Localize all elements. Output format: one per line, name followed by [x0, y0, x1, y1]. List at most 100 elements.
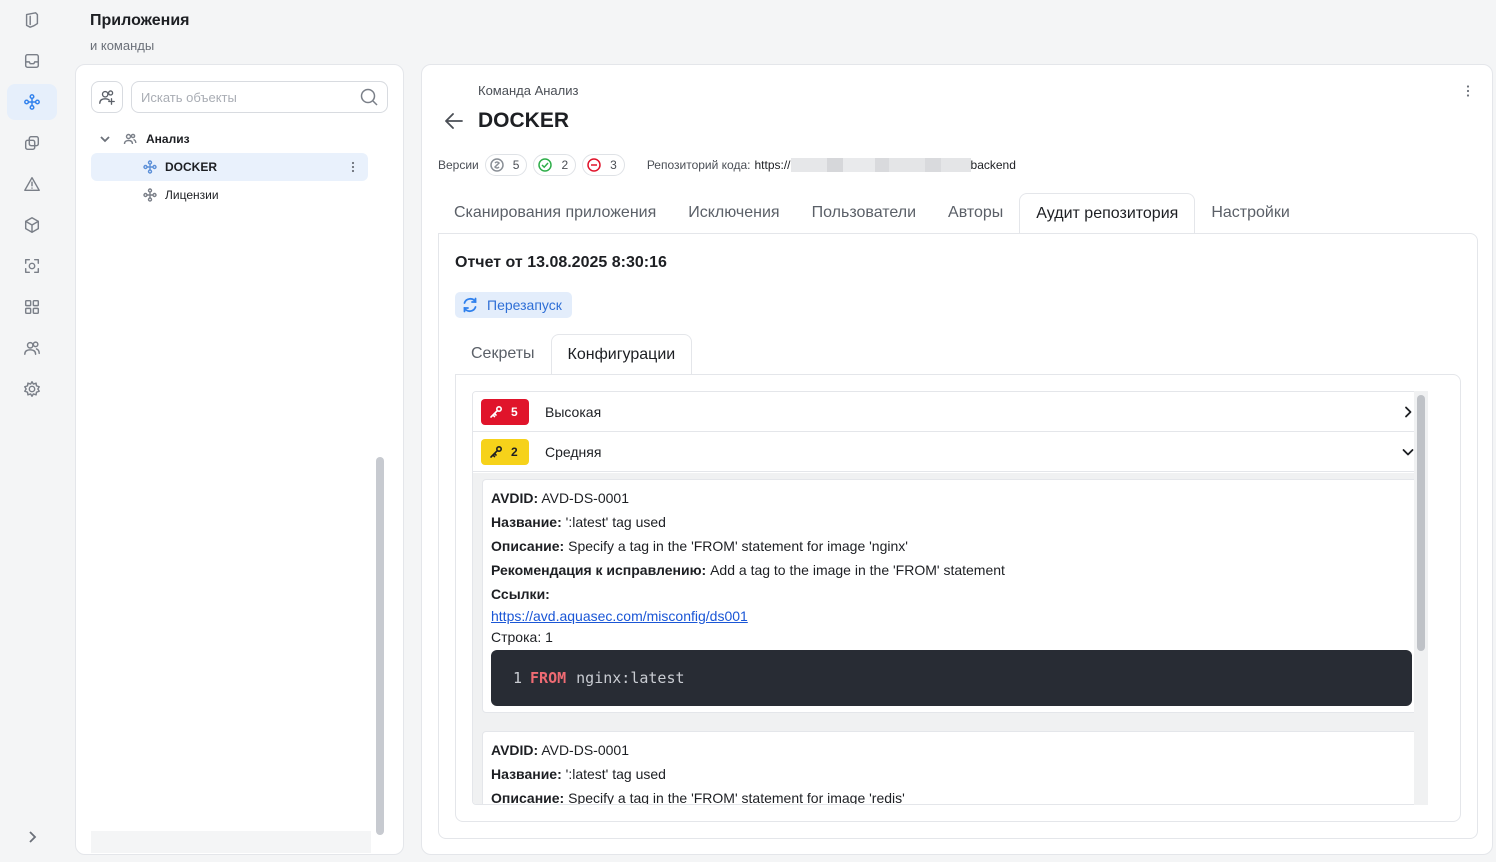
versions-failed-badge[interactable]: 3	[582, 154, 625, 176]
finding-description: Описание: Specify a tag in the 'FROM' st…	[491, 538, 908, 554]
tree-item-docker[interactable]: DOCKER	[91, 153, 368, 181]
report-title: Отчет от 13.08.2025 8:30:16	[455, 254, 667, 271]
scan-icon	[24, 258, 40, 274]
inbox-icon	[24, 53, 40, 69]
nav-users[interactable]	[7, 330, 57, 366]
tab-authors[interactable]: Авторы	[932, 193, 1019, 233]
cube-icon	[24, 217, 40, 233]
nav-scan[interactable]	[7, 248, 57, 284]
nav-warnings[interactable]	[7, 166, 57, 202]
tab-exclusions[interactable]: Исключения	[672, 193, 795, 233]
finding-line: Строка: 1	[491, 629, 553, 645]
app-title: DOCKER	[478, 109, 570, 132]
gear-icon	[24, 381, 40, 397]
finding-card: AVDID: AVD-DS-0001 Название: ':latest' t…	[482, 731, 1420, 805]
arrow-left-icon	[445, 113, 463, 129]
nav-inbox[interactable]	[7, 43, 57, 79]
severity-medium-badge: 2	[481, 438, 529, 465]
search-input[interactable]	[132, 82, 359, 112]
accordion-scrollbar[interactable]	[1417, 395, 1425, 651]
kebab-menu-icon[interactable]	[346, 160, 360, 174]
search-icon[interactable]	[359, 87, 379, 107]
key-icon	[490, 405, 503, 418]
finding-links-label: Ссылки:	[491, 586, 550, 602]
versions-passed-count: 2	[561, 158, 569, 172]
users-icon	[24, 341, 40, 356]
redacted-block	[790, 158, 827, 172]
restart-button[interactable]: Перезапуск	[455, 292, 572, 318]
versions-total-badge[interactable]: 5	[484, 154, 528, 176]
nav-shield[interactable]	[7, 2, 57, 38]
main-panel: Команда Анализ DOCKER Версии 5 2 3 Репоз…	[421, 64, 1493, 855]
tab-app-scans[interactable]: Сканирования приложения	[438, 193, 672, 233]
nav-apps[interactable]	[7, 84, 57, 120]
nav-settings[interactable]	[7, 371, 57, 407]
finding-avdid: AVDID: AVD-DS-0001	[491, 742, 629, 758]
severity-high-label: Высокая	[545, 403, 602, 420]
severity-high-badge: 5	[481, 398, 529, 425]
warning-icon	[24, 176, 40, 192]
main-menu-button[interactable]	[1460, 83, 1476, 99]
breadcrumb[interactable]: Команда Анализ	[478, 83, 578, 98]
repo-audit-panel: Отчет от 13.08.2025 8:30:16 Перезапуск С…	[438, 233, 1478, 839]
finding-recommendation: Рекомендация к исправлению: Add a tag to…	[491, 562, 1005, 578]
tree-item-label: Лицензии	[165, 188, 219, 202]
finding-card: AVDID: AVD-DS-0001 Название: ':latest' t…	[482, 479, 1420, 713]
redacted-block	[924, 158, 941, 172]
key-icon	[490, 445, 503, 458]
chevron-down-icon	[1401, 445, 1415, 459]
back-button[interactable]	[442, 109, 466, 133]
add-users-icon	[99, 90, 115, 105]
search-box	[131, 81, 388, 113]
code-keyword: FROM	[530, 669, 567, 687]
grid-icon	[24, 299, 40, 315]
chevron-down-icon[interactable]	[99, 133, 111, 145]
subtab-configurations[interactable]: Конфигурации	[550, 334, 693, 375]
code-snippet: 1 FROM nginx:latest	[491, 650, 1412, 706]
nav-rail	[0, 0, 64, 862]
tab-settings[interactable]: Настройки	[1195, 193, 1305, 233]
tree-panel: Анализ DOCKER Лицензии	[75, 64, 404, 855]
page-title: Приложения	[90, 12, 190, 29]
repo-url-start: https://	[754, 158, 791, 172]
redacted-block	[826, 158, 843, 172]
versions-passed-badge[interactable]: 2	[533, 154, 577, 176]
tree-footer	[91, 831, 371, 853]
team-icon	[123, 132, 137, 146]
add-team-button[interactable]	[91, 81, 123, 113]
tab-repo-audit[interactable]: Аудит репозитория	[1019, 193, 1196, 234]
finding-link[interactable]: https://avd.aquasec.com/misconfig/ds001	[491, 608, 748, 624]
finding-name: Название: ':latest' tag used	[491, 766, 666, 782]
nav-copy[interactable]	[7, 125, 57, 161]
tab-users[interactable]: Пользователи	[796, 193, 932, 233]
repo-label: Репозиторий кода:	[646, 158, 751, 172]
tree-item-licenses[interactable]: Лицензии	[91, 181, 368, 209]
versions-failed-count: 3	[610, 158, 617, 172]
tree-group-analysis[interactable]: Анализ	[91, 125, 371, 153]
nav-packages[interactable]	[7, 207, 57, 243]
severity-high-header[interactable]: 5 Высокая	[473, 392, 1427, 432]
tabs: Сканирования приложения Исключения Польз…	[438, 193, 1306, 234]
rail-expand-button[interactable]	[22, 826, 42, 848]
finding-description: Описание: Specify a tag in the 'FROM' st…	[491, 790, 905, 805]
minus-circle-icon	[587, 158, 601, 172]
restart-label: Перезапуск	[487, 297, 562, 313]
kebab-menu-icon	[1466, 85, 1470, 97]
repo-url[interactable]: https:// backend	[754, 158, 1016, 172]
severity-medium-label: Средняя	[545, 443, 602, 460]
redacted-block	[842, 158, 875, 172]
versions-label: Версии	[438, 158, 479, 172]
chevron-right-icon	[1401, 405, 1415, 419]
subtabs: Секреты Конфигурации	[455, 334, 693, 375]
subtab-secrets[interactable]: Секреты	[455, 334, 551, 374]
severity-medium-header[interactable]: 2 Средняя	[473, 432, 1427, 472]
code-line-number: 1	[513, 669, 523, 687]
app-icon	[143, 160, 157, 174]
severity-medium-content: AVDID: AVD-DS-0001 Название: ':latest' t…	[473, 473, 1427, 805]
apps-icon	[24, 94, 40, 110]
tree-scrollbar[interactable]	[376, 457, 384, 835]
redacted-block	[940, 158, 971, 172]
nav-grid[interactable]	[7, 289, 57, 325]
severity-accordion: 5 Высокая 2 Средняя AVDID: AVD-DS-0001 Н…	[472, 391, 1428, 805]
redacted-block	[874, 158, 889, 172]
